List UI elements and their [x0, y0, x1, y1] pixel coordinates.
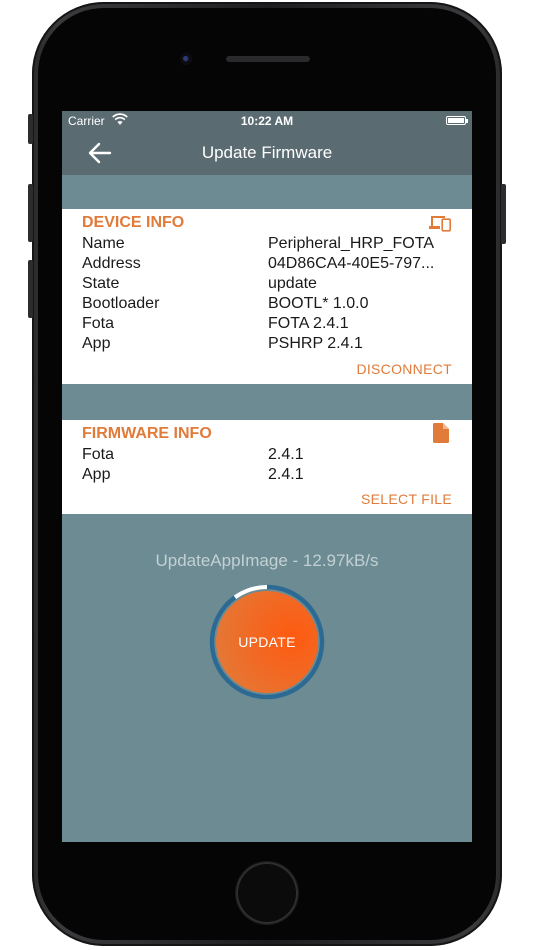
device-row-state: State update	[82, 275, 452, 295]
device-row-value: FOTA 2.4.1	[268, 315, 349, 332]
device-info-card: DEVICE INFO Name Peripheral_HRP_FOTA Add…	[62, 209, 472, 384]
firmware-row-label: Fota	[82, 446, 115, 463]
device-row-label: Name	[82, 235, 125, 252]
device-info-header: DEVICE INFO	[82, 214, 185, 231]
device-row-app: App PSHRP 2.4.1	[82, 335, 452, 355]
device-row-value: update	[268, 275, 317, 292]
disconnect-button[interactable]: DISCONNECT	[356, 361, 452, 377]
device-row-value: BOOTL* 1.0.0	[268, 295, 369, 312]
volume-up-button	[28, 184, 33, 242]
device-row-label: App	[82, 335, 111, 352]
firmware-info-header: FIRMWARE INFO	[82, 425, 212, 442]
device-row-name: Name Peripheral_HRP_FOTA	[82, 235, 452, 255]
device-row-label: State	[82, 275, 120, 292]
update-button[interactable]: UPDATE	[216, 591, 318, 693]
front-camera	[180, 53, 192, 65]
device-row-bootloader: Bootloader BOOTL* 1.0.0	[82, 295, 452, 315]
firmware-row-value: 2.4.1	[268, 466, 304, 483]
app-screen: Carrier 10:22 AM Update Firmware DEVICE …	[62, 111, 472, 842]
firmware-row-value: 2.4.1	[268, 446, 304, 463]
device-row-value: Peripheral_HRP_FOTA	[268, 235, 434, 252]
page-title: Update Firmware	[201, 143, 333, 162]
device-row-value: 04D86CA4-40E5-797...	[268, 255, 435, 272]
firmware-row-app: App 2.4.1	[82, 466, 452, 486]
devices-icon	[428, 214, 452, 237]
device-row-label: Address	[82, 255, 141, 272]
device-row-fota: Fota FOTA 2.4.1	[82, 315, 452, 335]
device-row-label: Fota	[82, 315, 115, 332]
select-file-button[interactable]: SELECT FILE	[361, 491, 452, 507]
volume-down-button	[28, 260, 33, 318]
power-button	[501, 184, 506, 244]
file-icon	[433, 423, 449, 448]
battery-icon	[446, 116, 468, 125]
device-row-label: Bootloader	[82, 295, 160, 312]
device-row-value: PSHRP 2.4.1	[268, 335, 363, 352]
mute-switch	[28, 114, 33, 144]
update-progress-label: UpdateAppImage - 12.97kB/s	[155, 551, 379, 570]
home-button[interactable]	[236, 862, 298, 924]
device-row-address: Address 04D86CA4-40E5-797...	[82, 255, 452, 275]
status-time: 10:22 AM	[240, 114, 294, 128]
firmware-row-fota: Fota 2.4.1	[82, 446, 452, 466]
firmware-info-card: FIRMWARE INFO Fota 2.4.1 App 2.4.1 SELEC…	[62, 420, 472, 514]
firmware-row-label: App	[82, 466, 111, 483]
update-control: UPDATE	[208, 583, 326, 701]
earpiece-speaker	[226, 56, 310, 62]
status-bar: Carrier 10:22 AM	[62, 111, 472, 131]
navigation-bar: Update Firmware	[62, 131, 472, 175]
